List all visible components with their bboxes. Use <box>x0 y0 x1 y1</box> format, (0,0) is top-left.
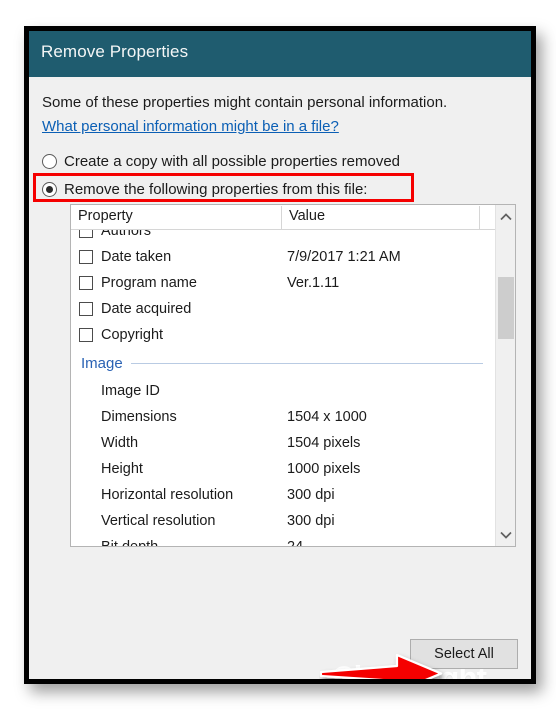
property-value: 7/9/2017 1:21 AM <box>287 249 401 265</box>
property-name: Date acquired <box>101 301 192 317</box>
personal-information-help-link[interactable]: What personal information might be in a … <box>42 118 339 135</box>
checkbox-icon[interactable] <box>79 328 93 342</box>
dialog-titlebar: Remove Properties <box>29 31 531 77</box>
property-name: Program name <box>101 275 197 291</box>
list-item[interactable]: Program name Ver.1.11 <box>71 270 495 296</box>
column-divider-2 <box>479 206 480 229</box>
radio-button-unselected-icon[interactable] <box>42 154 57 169</box>
checkbox-icon[interactable] <box>79 250 93 264</box>
radio-option-remove-properties-label: Remove the following properties from thi… <box>64 181 368 198</box>
dialog-title: Remove Properties <box>41 42 189 61</box>
property-name: Date taken <box>101 249 172 265</box>
property-name: Bit depth <box>101 539 287 546</box>
property-value: 1504 pixels <box>287 435 361 451</box>
property-name: Horizontal resolution <box>101 487 234 503</box>
list-item[interactable]: Dimensions 1504 x 1000 <box>71 404 495 430</box>
column-divider-1 <box>281 206 282 229</box>
property-name: Height <box>101 461 143 477</box>
scroll-down-icon[interactable] <box>496 524 515 544</box>
property-value: 24 <box>287 539 303 546</box>
listbox-header: Property Value <box>71 205 515 230</box>
checkbox-icon[interactable] <box>79 302 93 316</box>
property-name: Width <box>101 435 139 451</box>
list-item[interactable]: Height 1000 pixels <box>71 456 495 482</box>
property-name: Image ID <box>101 383 160 399</box>
property-value: 300 dpi <box>287 513 335 529</box>
property-name: Vertical resolution <box>101 513 216 529</box>
property-name: Authors <box>101 230 151 239</box>
property-value: 1504 x 1000 <box>287 409 367 425</box>
radio-button-selected-icon[interactable] <box>42 182 57 197</box>
scrollbar-thumb[interactable] <box>498 277 514 339</box>
property-name: Dimensions <box>101 409 177 425</box>
property-name: Copyright <box>101 327 164 343</box>
select-all-button[interactable]: Select All <box>410 639 518 669</box>
dialog-body: Some of these properties might contain p… <box>29 77 531 679</box>
checkbox-icon[interactable] <box>79 230 93 238</box>
checkbox-icon[interactable] <box>79 276 93 290</box>
list-item[interactable]: Horizontal resolution 300 dpi <box>71 482 495 508</box>
listbox-scrollbar[interactable] <box>495 205 515 546</box>
remove-properties-dialog: Remove Properties Some of these properti… <box>24 26 536 684</box>
list-item[interactable]: Width 1504 pixels <box>71 430 495 456</box>
list-item[interactable]: Copyright <box>71 322 495 348</box>
listbox-rows: Authors Date taken 7/9/2017 1:21 AM Program… <box>71 230 495 546</box>
listbox-scroll-area[interactable]: Authors Date taken 7/9/2017 1:21 AM Program… <box>71 230 495 546</box>
property-value: 1000 pixels <box>287 461 361 477</box>
column-header-property: Property <box>78 208 133 224</box>
listbox-section-header: Image <box>71 348 495 378</box>
list-item[interactable]: Bit depth24 <box>71 534 495 546</box>
radio-option-create-copy-label: Create a copy with all possible properti… <box>64 153 400 170</box>
section-label: Image <box>81 354 123 372</box>
scroll-up-icon[interactable] <box>496 207 515 227</box>
list-item[interactable]: Vertical resolution 300 dpi <box>71 508 495 534</box>
intro-text: Some of these properties might contain p… <box>42 94 448 111</box>
column-header-value: Value <box>289 208 326 224</box>
screenshot-root: Remove Properties Some of these properti… <box>0 0 556 716</box>
list-item[interactable]: Date taken 7/9/2017 1:21 AM <box>71 244 495 270</box>
list-item[interactable]: Authors <box>71 230 495 244</box>
property-value: Ver.1.11 <box>287 275 340 291</box>
list-item[interactable]: Image ID <box>71 378 495 404</box>
radio-option-create-copy[interactable]: Create a copy with all possible properti… <box>42 153 400 170</box>
list-item[interactable]: Date acquired <box>71 296 495 322</box>
property-value: 300 dpi <box>287 487 335 503</box>
properties-listbox[interactable]: Property Value Authors Date taken 7/9/2017… <box>70 204 516 547</box>
radio-option-remove-properties[interactable]: Remove the following properties from thi… <box>42 181 367 198</box>
section-divider-line <box>130 362 483 364</box>
